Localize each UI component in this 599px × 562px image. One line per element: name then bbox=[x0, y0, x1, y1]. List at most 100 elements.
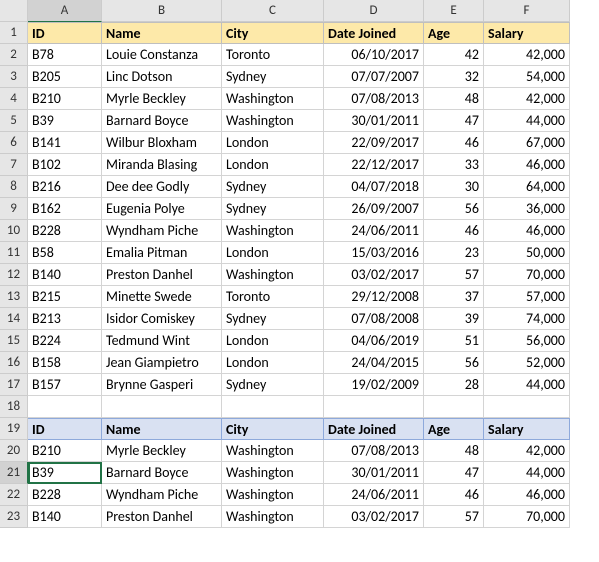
cell-F1[interactable]: Salary bbox=[484, 22, 570, 44]
cell-D18[interactable] bbox=[324, 396, 424, 418]
cell-D16[interactable]: 24/04/2015 bbox=[324, 352, 424, 374]
cell-C10[interactable]: Washington bbox=[222, 220, 324, 242]
cell-D2[interactable]: 06/10/2017 bbox=[324, 44, 424, 66]
cell-F15[interactable]: 56,000 bbox=[484, 330, 570, 352]
cell-D21[interactable]: 30/01/2011 bbox=[324, 462, 424, 484]
cell-B22[interactable]: Wyndham Piche bbox=[102, 484, 222, 506]
cell-A22[interactable]: B228 bbox=[28, 484, 102, 506]
cell-D10[interactable]: 24/06/2011 bbox=[324, 220, 424, 242]
row-header-4[interactable]: 4 bbox=[0, 88, 28, 110]
cell-D1[interactable]: Date Joined bbox=[324, 22, 424, 44]
cell-A10[interactable]: B228 bbox=[28, 220, 102, 242]
cell-F2[interactable]: 42,000 bbox=[484, 44, 570, 66]
cell-D5[interactable]: 30/01/2011 bbox=[324, 110, 424, 132]
cell-F11[interactable]: 50,000 bbox=[484, 242, 570, 264]
cell-A21[interactable]: B39 bbox=[28, 462, 102, 484]
cell-C1[interactable]: City bbox=[222, 22, 324, 44]
cell-D13[interactable]: 29/12/2008 bbox=[324, 286, 424, 308]
cell-B11[interactable]: Emalia Pitman bbox=[102, 242, 222, 264]
cell-D20[interactable]: 07/08/2013 bbox=[324, 440, 424, 462]
cell-B6[interactable]: Wilbur Bloxham bbox=[102, 132, 222, 154]
row-header-18[interactable]: 18 bbox=[0, 396, 28, 418]
cell-B23[interactable]: Preston Danhel bbox=[102, 506, 222, 528]
cell-C15[interactable]: London bbox=[222, 330, 324, 352]
cell-D12[interactable]: 03/02/2017 bbox=[324, 264, 424, 286]
cell-C13[interactable]: Toronto bbox=[222, 286, 324, 308]
cell-B8[interactable]: Dee dee Godly bbox=[102, 176, 222, 198]
cell-F7[interactable]: 46,000 bbox=[484, 154, 570, 176]
cell-B15[interactable]: Tedmund Wint bbox=[102, 330, 222, 352]
cell-E11[interactable]: 23 bbox=[424, 242, 484, 264]
cell-E10[interactable]: 46 bbox=[424, 220, 484, 242]
column-header-F[interactable]: F bbox=[484, 0, 570, 22]
cell-B19[interactable]: Name bbox=[102, 418, 222, 440]
cell-C3[interactable]: Sydney bbox=[222, 66, 324, 88]
cell-D11[interactable]: 15/03/2016 bbox=[324, 242, 424, 264]
cell-E9[interactable]: 56 bbox=[424, 198, 484, 220]
cell-B18[interactable] bbox=[102, 396, 222, 418]
row-header-19[interactable]: 19 bbox=[0, 418, 28, 440]
column-header-C[interactable]: C bbox=[222, 0, 324, 22]
cell-A14[interactable]: B213 bbox=[28, 308, 102, 330]
cell-E6[interactable]: 46 bbox=[424, 132, 484, 154]
cell-C17[interactable]: Sydney bbox=[222, 374, 324, 396]
cell-D7[interactable]: 22/12/2017 bbox=[324, 154, 424, 176]
cell-E12[interactable]: 57 bbox=[424, 264, 484, 286]
cell-A18[interactable] bbox=[28, 396, 102, 418]
cell-A5[interactable]: B39 bbox=[28, 110, 102, 132]
cell-B1[interactable]: Name bbox=[102, 22, 222, 44]
row-header-16[interactable]: 16 bbox=[0, 352, 28, 374]
cell-E23[interactable]: 57 bbox=[424, 506, 484, 528]
cell-F3[interactable]: 54,000 bbox=[484, 66, 570, 88]
cell-D19[interactable]: Date Joined bbox=[324, 418, 424, 440]
cell-F9[interactable]: 36,000 bbox=[484, 198, 570, 220]
cell-D9[interactable]: 26/09/2007 bbox=[324, 198, 424, 220]
cell-D8[interactable]: 04/07/2018 bbox=[324, 176, 424, 198]
column-header-E[interactable]: E bbox=[424, 0, 484, 22]
cell-A2[interactable]: B78 bbox=[28, 44, 102, 66]
row-header-20[interactable]: 20 bbox=[0, 440, 28, 462]
row-header-11[interactable]: 11 bbox=[0, 242, 28, 264]
cell-A7[interactable]: B102 bbox=[28, 154, 102, 176]
cell-C7[interactable]: London bbox=[222, 154, 324, 176]
cell-A16[interactable]: B158 bbox=[28, 352, 102, 374]
row-header-9[interactable]: 9 bbox=[0, 198, 28, 220]
cell-A17[interactable]: B157 bbox=[28, 374, 102, 396]
cell-E19[interactable]: Age bbox=[424, 418, 484, 440]
row-header-10[interactable]: 10 bbox=[0, 220, 28, 242]
cell-D15[interactable]: 04/06/2019 bbox=[324, 330, 424, 352]
row-header-7[interactable]: 7 bbox=[0, 154, 28, 176]
cell-E2[interactable]: 42 bbox=[424, 44, 484, 66]
cell-A9[interactable]: B162 bbox=[28, 198, 102, 220]
cell-C2[interactable]: Toronto bbox=[222, 44, 324, 66]
cell-A6[interactable]: B141 bbox=[28, 132, 102, 154]
cell-E5[interactable]: 47 bbox=[424, 110, 484, 132]
cell-E16[interactable]: 56 bbox=[424, 352, 484, 374]
spreadsheet-grid[interactable]: ABCDEF1IDNameCityDate JoinedAgeSalary2B7… bbox=[0, 0, 599, 528]
cell-D22[interactable]: 24/06/2011 bbox=[324, 484, 424, 506]
cell-B7[interactable]: Miranda Blasing bbox=[102, 154, 222, 176]
row-header-22[interactable]: 22 bbox=[0, 484, 28, 506]
cell-F19[interactable]: Salary bbox=[484, 418, 570, 440]
row-header-5[interactable]: 5 bbox=[0, 110, 28, 132]
cell-A20[interactable]: B210 bbox=[28, 440, 102, 462]
cell-B2[interactable]: Louie Constanza bbox=[102, 44, 222, 66]
cell-C16[interactable]: London bbox=[222, 352, 324, 374]
cell-F20[interactable]: 42,000 bbox=[484, 440, 570, 462]
cell-A19[interactable]: ID bbox=[28, 418, 102, 440]
cell-C22[interactable]: Washington bbox=[222, 484, 324, 506]
column-header-D[interactable]: D bbox=[324, 0, 424, 22]
cell-B4[interactable]: Myrle Beckley bbox=[102, 88, 222, 110]
column-header-A[interactable]: A bbox=[28, 0, 102, 22]
cell-E4[interactable]: 48 bbox=[424, 88, 484, 110]
cell-F23[interactable]: 70,000 bbox=[484, 506, 570, 528]
cell-B13[interactable]: Minette Swede bbox=[102, 286, 222, 308]
cell-C19[interactable]: City bbox=[222, 418, 324, 440]
cell-D3[interactable]: 07/07/2007 bbox=[324, 66, 424, 88]
cell-F18[interactable] bbox=[484, 396, 570, 418]
cell-C14[interactable]: Sydney bbox=[222, 308, 324, 330]
row-header-21[interactable]: 21 bbox=[0, 462, 28, 484]
cell-A23[interactable]: B140 bbox=[28, 506, 102, 528]
cell-F13[interactable]: 57,000 bbox=[484, 286, 570, 308]
cell-A12[interactable]: B140 bbox=[28, 264, 102, 286]
